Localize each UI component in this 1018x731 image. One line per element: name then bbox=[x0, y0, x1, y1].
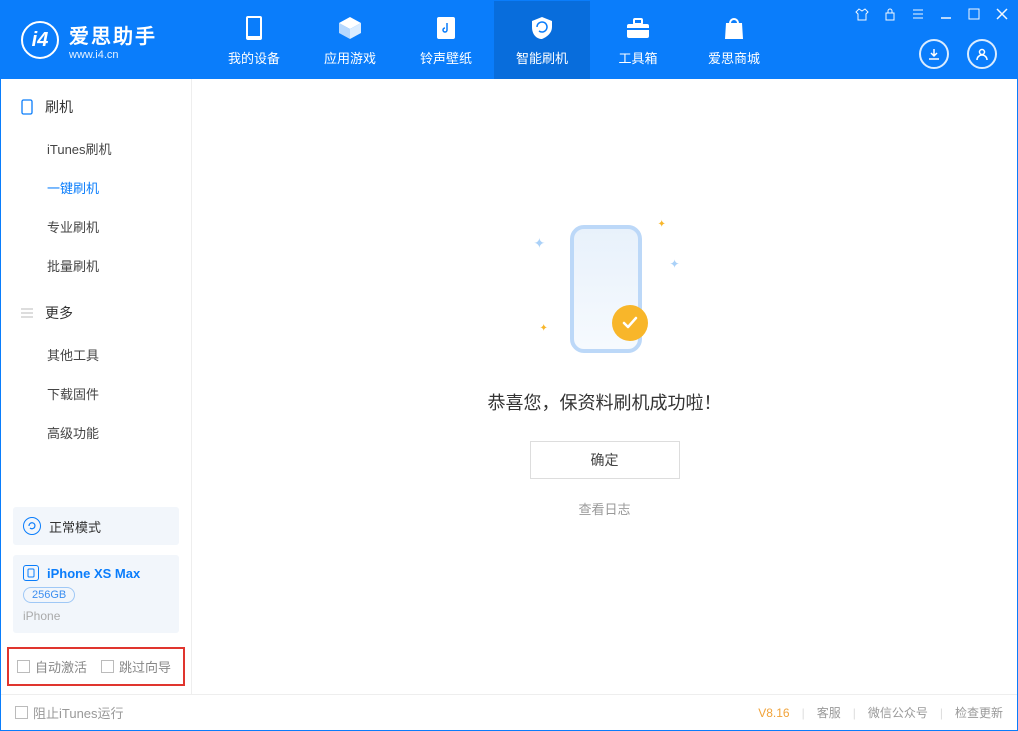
ok-button[interactable]: 确定 bbox=[530, 441, 680, 479]
toolbox-icon bbox=[623, 14, 653, 42]
device-icon bbox=[23, 565, 39, 581]
download-icon[interactable] bbox=[919, 39, 949, 69]
main-tabs: 我的设备 应用游戏 铃声壁纸 智能刷机 工具箱 爱思商城 bbox=[206, 1, 782, 79]
sparkle-icon: ✦ bbox=[534, 235, 546, 252]
sidebar-section-more: 更多 bbox=[1, 285, 191, 335]
sparkle-icon: ✦ bbox=[540, 323, 548, 334]
checkbox-auto-activate[interactable]: 自动激活 bbox=[17, 657, 87, 676]
sidebar-item-onekey-flash[interactable]: 一键刷机 bbox=[1, 168, 191, 207]
sidebar-item-advanced[interactable]: 高级功能 bbox=[1, 413, 191, 452]
list-icon bbox=[19, 305, 35, 321]
device-type: iPhone bbox=[23, 609, 169, 623]
tab-toolbox[interactable]: 工具箱 bbox=[590, 1, 686, 79]
sidebar-item-batch-flash[interactable]: 批量刷机 bbox=[1, 246, 191, 285]
device-name: iPhone XS Max bbox=[47, 566, 140, 581]
success-message: 恭喜您，保资料刷机成功啦！ bbox=[488, 389, 722, 415]
highlighted-options-box: 自动激活 跳过向导 bbox=[7, 647, 185, 686]
cube-icon bbox=[335, 14, 365, 42]
music-file-icon bbox=[431, 14, 461, 42]
sidebar-item-itunes-flash[interactable]: iTunes刷机 bbox=[1, 129, 191, 168]
sidebar-item-other-tools[interactable]: 其他工具 bbox=[1, 335, 191, 374]
tab-ringtone[interactable]: 铃声壁纸 bbox=[398, 1, 494, 79]
tab-apps[interactable]: 应用游戏 bbox=[302, 1, 398, 79]
tab-my-device[interactable]: 我的设备 bbox=[206, 1, 302, 79]
sparkle-icon: ✦ bbox=[658, 219, 666, 230]
device-storage-badge: 256GB bbox=[23, 587, 75, 603]
app-title: 爱思助手 bbox=[69, 20, 157, 49]
user-icon[interactable] bbox=[967, 39, 997, 69]
bag-icon bbox=[719, 14, 749, 42]
shirt-icon[interactable] bbox=[853, 5, 871, 23]
sync-icon bbox=[23, 517, 41, 535]
check-update-link[interactable]: 检查更新 bbox=[955, 704, 1003, 721]
customer-service-link[interactable]: 客服 bbox=[817, 704, 841, 721]
version-label: V8.16 bbox=[758, 706, 789, 720]
refresh-shield-icon bbox=[527, 14, 557, 42]
sparkle-icon: ✦ bbox=[670, 257, 680, 271]
checkbox-block-itunes[interactable]: 阻止iTunes运行 bbox=[15, 703, 124, 722]
phone-outline-icon bbox=[19, 99, 35, 115]
success-illustration: ✦ ✦ ✦ ✦ bbox=[520, 215, 690, 365]
sidebar: 刷机 iTunes刷机 一键刷机 专业刷机 批量刷机 更多 其他工具 下载固件 … bbox=[1, 79, 191, 694]
titlebar: i4 爱思助手 www.i4.cn 我的设备 应用游戏 铃声壁纸 智能刷机 bbox=[1, 1, 1017, 79]
tab-store[interactable]: 爱思商城 bbox=[686, 1, 782, 79]
tab-smart-flash[interactable]: 智能刷机 bbox=[494, 1, 590, 79]
view-log-link[interactable]: 查看日志 bbox=[578, 499, 630, 518]
close-button[interactable] bbox=[993, 5, 1011, 23]
sidebar-item-download-firmware[interactable]: 下载固件 bbox=[1, 374, 191, 413]
menu-icon[interactable] bbox=[909, 5, 927, 23]
logo-icon: i4 bbox=[21, 21, 59, 59]
app-logo: i4 爱思助手 www.i4.cn bbox=[1, 20, 206, 61]
connected-device-card[interactable]: iPhone XS Max 256GB iPhone bbox=[13, 555, 179, 633]
minimize-button[interactable] bbox=[937, 5, 955, 23]
lock-icon[interactable] bbox=[881, 5, 899, 23]
wechat-link[interactable]: 微信公众号 bbox=[868, 704, 928, 721]
main-content: ✦ ✦ ✦ ✦ 恭喜您，保资料刷机成功啦！ 确定 查看日志 bbox=[191, 79, 1017, 694]
statusbar: 阻止iTunes运行 V8.16 | 客服 | 微信公众号 | 检查更新 bbox=[1, 694, 1017, 730]
sidebar-section-flash: 刷机 bbox=[1, 79, 191, 129]
phone-icon bbox=[239, 14, 269, 42]
maximize-button[interactable] bbox=[965, 5, 983, 23]
app-url: www.i4.cn bbox=[69, 49, 157, 61]
sidebar-item-pro-flash[interactable]: 专业刷机 bbox=[1, 207, 191, 246]
check-circle-icon bbox=[612, 305, 648, 341]
device-mode-status[interactable]: 正常模式 bbox=[13, 507, 179, 545]
checkbox-skip-wizard[interactable]: 跳过向导 bbox=[101, 657, 171, 676]
